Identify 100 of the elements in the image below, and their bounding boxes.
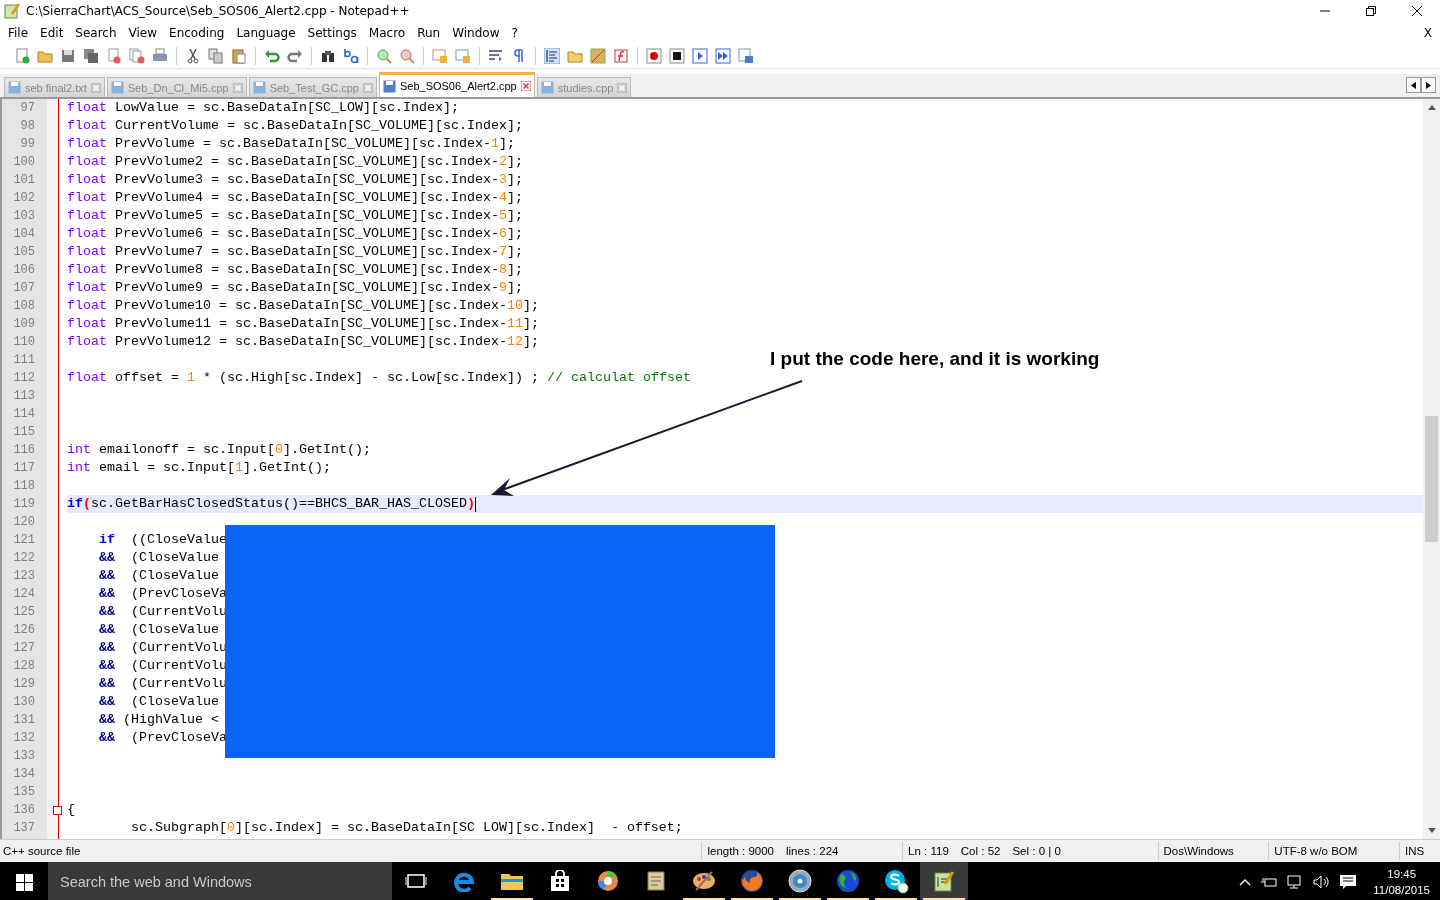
wrap-lines-icon[interactable] bbox=[488, 48, 504, 64]
menu-item[interactable]: View bbox=[122, 26, 164, 40]
code-line: && (CurrentVolu bbox=[98, 657, 228, 675]
chevron-up-icon[interactable] bbox=[1239, 878, 1252, 886]
zoom-out-icon[interactable] bbox=[399, 48, 415, 64]
clipboard-icon[interactable] bbox=[231, 48, 247, 64]
menu-item[interactable]: Encoding bbox=[163, 26, 231, 40]
menu-item[interactable]: Run bbox=[411, 26, 447, 40]
indent-guide-icon[interactable] bbox=[544, 48, 560, 64]
network-icon[interactable] bbox=[1287, 875, 1304, 889]
code-line: && (CurrentVolu bbox=[98, 639, 228, 657]
line-number: 99 bbox=[19, 136, 36, 153]
close-files-icon[interactable] bbox=[129, 48, 145, 64]
folder-icon[interactable] bbox=[37, 48, 53, 64]
fast-forward-icon[interactable] bbox=[715, 48, 731, 64]
menu-item[interactable]: File bbox=[2, 26, 35, 40]
play-icon[interactable] bbox=[692, 48, 708, 64]
vertical-scrollbar[interactable] bbox=[1423, 99, 1440, 839]
line-number: 121 bbox=[12, 532, 36, 549]
menu-item[interactable]: Window bbox=[446, 26, 506, 40]
menu-item[interactable]: Macro bbox=[362, 26, 412, 40]
menu-item[interactable]: ? bbox=[505, 26, 524, 40]
scrollbar-thumb[interactable] bbox=[1425, 416, 1438, 542]
line-number: 120 bbox=[12, 514, 36, 531]
down-triangle-icon[interactable] bbox=[1427, 828, 1436, 833]
scroll-left-button[interactable] bbox=[1406, 77, 1421, 93]
new-file-icon[interactable] bbox=[14, 48, 30, 64]
menu-item[interactable]: Edit bbox=[34, 26, 70, 40]
code-line: && (HighValue < bbox=[98, 711, 220, 729]
line-number: 109 bbox=[12, 316, 36, 333]
function-icon[interactable] bbox=[613, 48, 629, 64]
floppy-disks-icon[interactable] bbox=[83, 48, 99, 64]
status-text: Dos\Windows bbox=[1163, 845, 1234, 857]
code-line: && (PrevCloseVa bbox=[98, 729, 228, 747]
file-type-label: C++ source file bbox=[2, 845, 82, 857]
up-triangle-icon[interactable] bbox=[1427, 105, 1436, 110]
file-icon bbox=[540, 81, 554, 94]
replace-icon[interactable] bbox=[343, 48, 359, 64]
undo-icon[interactable] bbox=[264, 48, 280, 64]
disc-icon bbox=[788, 869, 812, 893]
volume-icon[interactable] bbox=[1313, 875, 1330, 889]
line-number: 101 bbox=[12, 172, 36, 189]
menu-item[interactable]: Settings bbox=[301, 26, 363, 40]
fold-toggle[interactable] bbox=[53, 805, 62, 815]
close-icon[interactable] bbox=[520, 81, 531, 91]
window-title: C:\SierraChart\ACS_Source\Seb_SOS06_Alert2.cpp - Notepad++ bbox=[26, 4, 410, 18]
menu-item[interactable]: Search bbox=[69, 26, 123, 40]
close-document-button[interactable]: X bbox=[1423, 26, 1432, 40]
clock[interactable]: 19:45 11/08/2015 bbox=[1367, 866, 1430, 898]
globe-icon bbox=[836, 869, 860, 893]
search-field[interactable]: Search the web and Windows bbox=[48, 862, 392, 900]
code-line: float PrevVolume3 = sc.BaseDataIn[SC_VOLUME][sc.Index-3]; bbox=[67, 171, 524, 189]
code-line: float PrevVolume7 = sc.BaseDataIn[SC_VOLUME][sc.Index-7]; bbox=[67, 243, 524, 261]
scroll-icon bbox=[645, 870, 667, 892]
code-line: && (CurrentVolu bbox=[98, 603, 228, 621]
folder-view-icon[interactable] bbox=[567, 48, 583, 64]
code-line: float PrevVolume2 = sc.BaseDataIn[SC_VOLUME][sc.Index-2]; bbox=[67, 153, 524, 171]
menu-item[interactable]: Language bbox=[230, 26, 302, 40]
file-icon bbox=[382, 79, 396, 93]
code-line: && (CloseValue bbox=[98, 621, 220, 639]
taskbar-app[interactable] bbox=[920, 862, 968, 900]
line-number: 131 bbox=[12, 712, 36, 729]
line-number: 108 bbox=[12, 298, 36, 315]
copy-icon[interactable] bbox=[208, 48, 224, 64]
stop-icon[interactable] bbox=[669, 48, 685, 64]
colorful-ball-icon bbox=[597, 870, 619, 892]
line-number: 135 bbox=[12, 784, 36, 801]
status-text: lines : 224 bbox=[786, 845, 839, 857]
battery-plug-icon[interactable] bbox=[1261, 876, 1278, 888]
line-number: 126 bbox=[12, 622, 36, 639]
line-number: 115 bbox=[12, 424, 36, 441]
notification-icon[interactable] bbox=[1339, 874, 1358, 890]
restore-icon bbox=[1366, 6, 1376, 16]
line-number: 106 bbox=[12, 262, 36, 279]
line-number: 133 bbox=[12, 748, 36, 765]
line-number: 132 bbox=[12, 730, 36, 747]
line-number: 123 bbox=[12, 568, 36, 585]
file-icon bbox=[252, 81, 266, 94]
record-icon[interactable] bbox=[646, 48, 662, 64]
code-line: float LowValue = sc.BaseDataIn[SC_LOW][sc.Index]; bbox=[67, 99, 460, 117]
file-icon bbox=[8, 81, 21, 94]
status-text: UTF-8 w/o BOM bbox=[1274, 845, 1358, 857]
line-number: 104 bbox=[12, 226, 36, 243]
redo-icon[interactable] bbox=[287, 48, 303, 64]
task-view-icon bbox=[405, 873, 427, 889]
line-number: 127 bbox=[12, 640, 36, 657]
printer-icon[interactable] bbox=[152, 48, 168, 64]
annotation-text: I put the code here, and it is working bbox=[770, 348, 1100, 370]
status-text: length : 9000 bbox=[707, 845, 774, 857]
binoculars-icon[interactable] bbox=[320, 48, 336, 64]
close-file-icon[interactable] bbox=[106, 48, 122, 64]
file-tab[interactable]: Seb_SOS06_Alert2.cpp bbox=[378, 72, 535, 97]
code-line: && (CloseValue bbox=[98, 549, 220, 567]
code-line: float offset = 1 * (sc.High[sc.Index] - sc.Low[sc.Index]) ; // calculat offset bbox=[67, 369, 692, 387]
line-number: 116 bbox=[12, 442, 36, 459]
scissors-icon[interactable] bbox=[185, 48, 201, 64]
code-line: float PrevVolume = sc.BaseDataIn[SC_VOLUME][sc.Index-1]; bbox=[67, 135, 516, 153]
line-number: 130 bbox=[12, 694, 36, 711]
scroll-right-button[interactable] bbox=[1421, 77, 1436, 93]
code-line: && (CloseValue bbox=[98, 567, 220, 585]
